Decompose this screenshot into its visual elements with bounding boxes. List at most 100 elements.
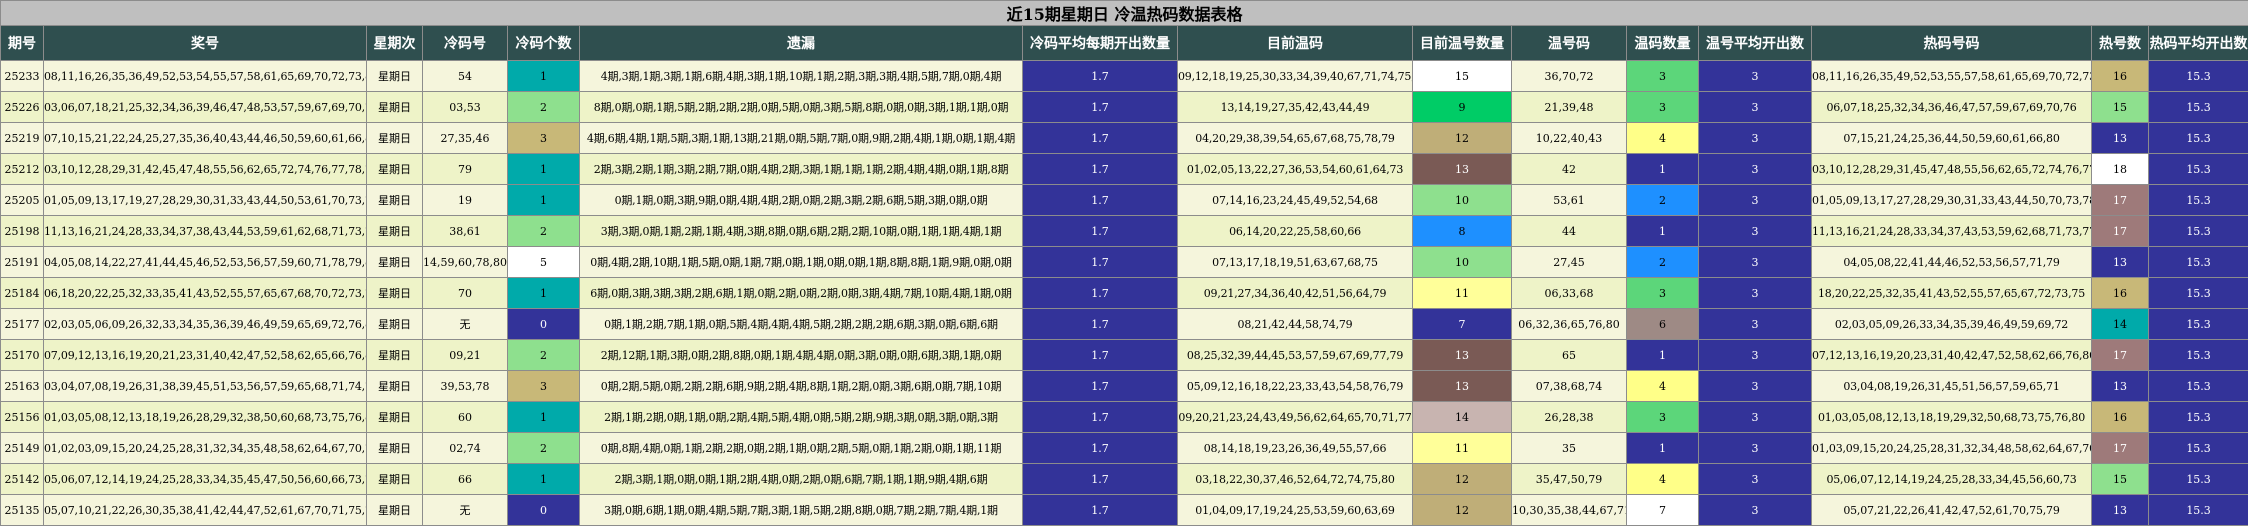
- cell-hot: 08,11,16,26,35,49,52,53,55,57,58,61,65,6…: [1811, 60, 2092, 92]
- cell-period: 25156: [0, 401, 44, 433]
- cell-hot-avg: 15.3: [2147, 308, 2248, 340]
- data-sheet: 近15期星期日 冷温热码数据表格 期号 奖号 星期次 冷码号 冷码个数 遗漏 冷…: [0, 0, 2248, 527]
- cell-warm-avg: 3: [1698, 91, 1812, 123]
- cell-warm-count: 1: [1626, 339, 1699, 371]
- cell-cold-count: 1: [507, 401, 580, 433]
- cell-hot-avg: 15.3: [2147, 184, 2248, 216]
- cell-warm-avg: 3: [1698, 246, 1812, 278]
- cell-cold: 66: [422, 463, 508, 495]
- cell-cold-avg: 1.7: [1022, 277, 1178, 309]
- cell-cold-count: 2: [507, 339, 580, 371]
- cell-hot-avg: 15.3: [2147, 401, 2248, 433]
- cell-warm: 35: [1511, 432, 1627, 464]
- header-cold: 冷码号: [422, 25, 508, 61]
- cell-weekday: 星期日: [366, 246, 423, 278]
- cell-cold-avg: 1.7: [1022, 60, 1178, 92]
- cell-period: 25226: [0, 91, 44, 123]
- cell-cold-count: 1: [507, 463, 580, 495]
- header-hot-count: 热号数: [2091, 25, 2149, 61]
- cell-cold: 38,61: [422, 215, 508, 247]
- cell-period: 25191: [0, 246, 44, 278]
- cell-hot: 03,04,08,19,26,31,45,51,56,57,59,65,71: [1811, 370, 2092, 402]
- cell-warm-now-count: 11: [1412, 432, 1512, 464]
- cell-warm-now: 07,13,17,18,19,51,63,67,68,75: [1177, 246, 1413, 278]
- cell-weekday: 星期日: [366, 91, 423, 123]
- cell-hot-count: 17: [2091, 184, 2149, 216]
- cell-cold: 60: [422, 401, 508, 433]
- cell-warm-avg: 3: [1698, 494, 1812, 526]
- cell-hot-count: 18: [2091, 153, 2149, 185]
- cell-cold-count: 1: [507, 184, 580, 216]
- header-row: 期号 奖号 星期次 冷码号 冷码个数 遗漏 冷码平均每期开出数量 目前温码 目前…: [0, 25, 2248, 61]
- cell-warm-count: 3: [1626, 91, 1699, 123]
- cell-hot-avg: 15.3: [2147, 153, 2248, 185]
- cell-period: 25170: [0, 339, 44, 371]
- cell-hot-count: 17: [2091, 432, 2149, 464]
- cell-hot-avg: 15.3: [2147, 215, 2248, 247]
- cell-warm: 36,70,72: [1511, 60, 1627, 92]
- header-cold-avg: 冷码平均每期开出数量: [1022, 25, 1178, 61]
- cell-warm-avg: 3: [1698, 60, 1812, 92]
- cell-period: 25135: [0, 494, 44, 526]
- table-row: 25156 01,03,05,08,12,13,18,19,26,28,29,32…: [0, 401, 2248, 433]
- cell-cold: 39,53,78: [422, 370, 508, 402]
- cell-warm-now-count: 13: [1412, 370, 1512, 402]
- cell-warm-count: 6: [1626, 308, 1699, 340]
- cell-miss: 0期,4期,2期,10期,1期,5期,0期,1期,7期,0期,1期,0期,0期,…: [579, 246, 1023, 278]
- cell-warm-now-count: 14: [1412, 401, 1512, 433]
- cell-cold-avg: 1.7: [1022, 215, 1178, 247]
- cell-hot: 18,20,22,25,32,35,41,43,52,55,57,65,67,7…: [1811, 277, 2092, 309]
- cell-hot-avg: 15.3: [2147, 246, 2248, 278]
- cell-warm-now-count: 13: [1412, 339, 1512, 371]
- cell-warm: 06,33,68: [1511, 277, 1627, 309]
- cell-hot-avg: 15.3: [2147, 494, 2248, 526]
- cell-period: 25233: [0, 60, 44, 92]
- cell-warm-count: 2: [1626, 184, 1699, 216]
- cell-cold: 27,35,46: [422, 122, 508, 154]
- header-numbers: 奖号: [43, 25, 367, 61]
- cell-cold-count: 5: [507, 246, 580, 278]
- table-row: 25163 03,04,07,08,19,26,31,38,39,45,51,53…: [0, 370, 2248, 402]
- cell-warm: 26,28,38: [1511, 401, 1627, 433]
- cell-warm-count: 3: [1626, 401, 1699, 433]
- cell-warm: 35,47,50,79: [1511, 463, 1627, 495]
- cell-cold-count: 0: [507, 494, 580, 526]
- header-warm-avg: 温号平均开出数: [1698, 25, 1812, 61]
- cell-cold: 79: [422, 153, 508, 185]
- cell-warm-now-count: 15: [1412, 60, 1512, 92]
- cell-hot-count: 15: [2091, 91, 2149, 123]
- cell-miss: 0期,2期,5期,0期,2期,2期,6期,9期,2期,4期,8期,1期,2期,0…: [579, 370, 1023, 402]
- cell-warm-avg: 3: [1698, 308, 1812, 340]
- cell-hot-avg: 15.3: [2147, 370, 2248, 402]
- cell-cold: 19: [422, 184, 508, 216]
- cell-warm: 53,61: [1511, 184, 1627, 216]
- cell-warm: 27,45: [1511, 246, 1627, 278]
- cell-cold-avg: 1.7: [1022, 91, 1178, 123]
- table-row: 25142 05,06,07,12,14,19,24,25,28,33,34,35…: [0, 463, 2248, 495]
- cell-weekday: 星期日: [366, 370, 423, 402]
- cell-hot: 04,05,08,22,41,44,46,52,53,56,57,71,79: [1811, 246, 2092, 278]
- header-warm-now: 目前温码: [1177, 25, 1413, 61]
- cell-numbers: 01,05,09,13,17,19,27,28,29,30,31,33,43,4…: [43, 184, 367, 216]
- cell-warm-avg: 3: [1698, 463, 1812, 495]
- cell-hot-avg: 15.3: [2147, 277, 2248, 309]
- cell-hot-count: 13: [2091, 122, 2149, 154]
- cell-hot: 01,05,09,13,17,27,28,29,30,31,33,43,44,5…: [1811, 184, 2092, 216]
- cell-hot: 11,13,16,21,24,28,33,34,37,43,53,59,62,6…: [1811, 215, 2092, 247]
- cell-numbers: 06,18,20,22,25,32,33,35,41,43,52,55,57,6…: [43, 277, 367, 309]
- cell-warm-now-count: 11: [1412, 277, 1512, 309]
- cell-cold: 09,21: [422, 339, 508, 371]
- header-warm-now-count: 目前温号数量: [1412, 25, 1512, 61]
- cell-cold: 14,59,60,78,80: [422, 246, 508, 278]
- cell-miss: 8期,0期,0期,1期,5期,2期,2期,2期,0期,5期,0期,3期,5期,8…: [579, 91, 1023, 123]
- cell-hot-count: 16: [2091, 401, 2149, 433]
- cell-hot-count: 14: [2091, 308, 2149, 340]
- cell-warm-now: 03,18,22,30,37,46,52,64,72,74,75,80: [1177, 463, 1413, 495]
- cell-hot-count: 13: [2091, 370, 2149, 402]
- table-row: 25205 01,05,09,13,17,19,27,28,29,30,31,33…: [0, 184, 2248, 216]
- cell-warm-now: 01,04,09,17,19,24,25,53,59,60,63,69: [1177, 494, 1413, 526]
- table-row: 25135 05,07,10,21,22,26,30,35,38,41,42,44…: [0, 494, 2248, 526]
- cell-miss: 4期,6期,4期,1期,5期,3期,1期,13期,21期,0期,5期,7期,0期…: [579, 122, 1023, 154]
- cell-weekday: 星期日: [366, 339, 423, 371]
- cell-numbers: 03,04,07,08,19,26,31,38,39,45,51,53,56,5…: [43, 370, 367, 402]
